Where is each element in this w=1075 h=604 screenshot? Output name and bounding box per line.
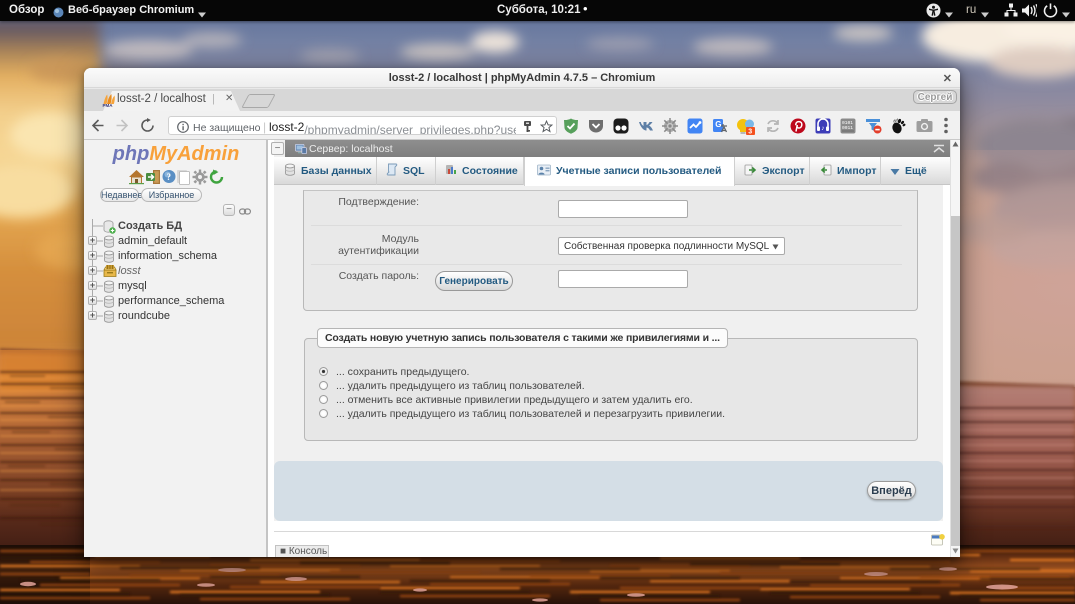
svg-text:did: did <box>892 118 899 124</box>
svg-text:PMA: PMA <box>103 103 114 107</box>
svg-text:♪: ♪ <box>821 125 824 132</box>
svg-text:3: 3 <box>748 129 752 135</box>
svg-text:0011: 0011 <box>842 125 853 131</box>
svg-text:G: G <box>715 120 721 129</box>
svg-text:?: ? <box>167 172 172 182</box>
